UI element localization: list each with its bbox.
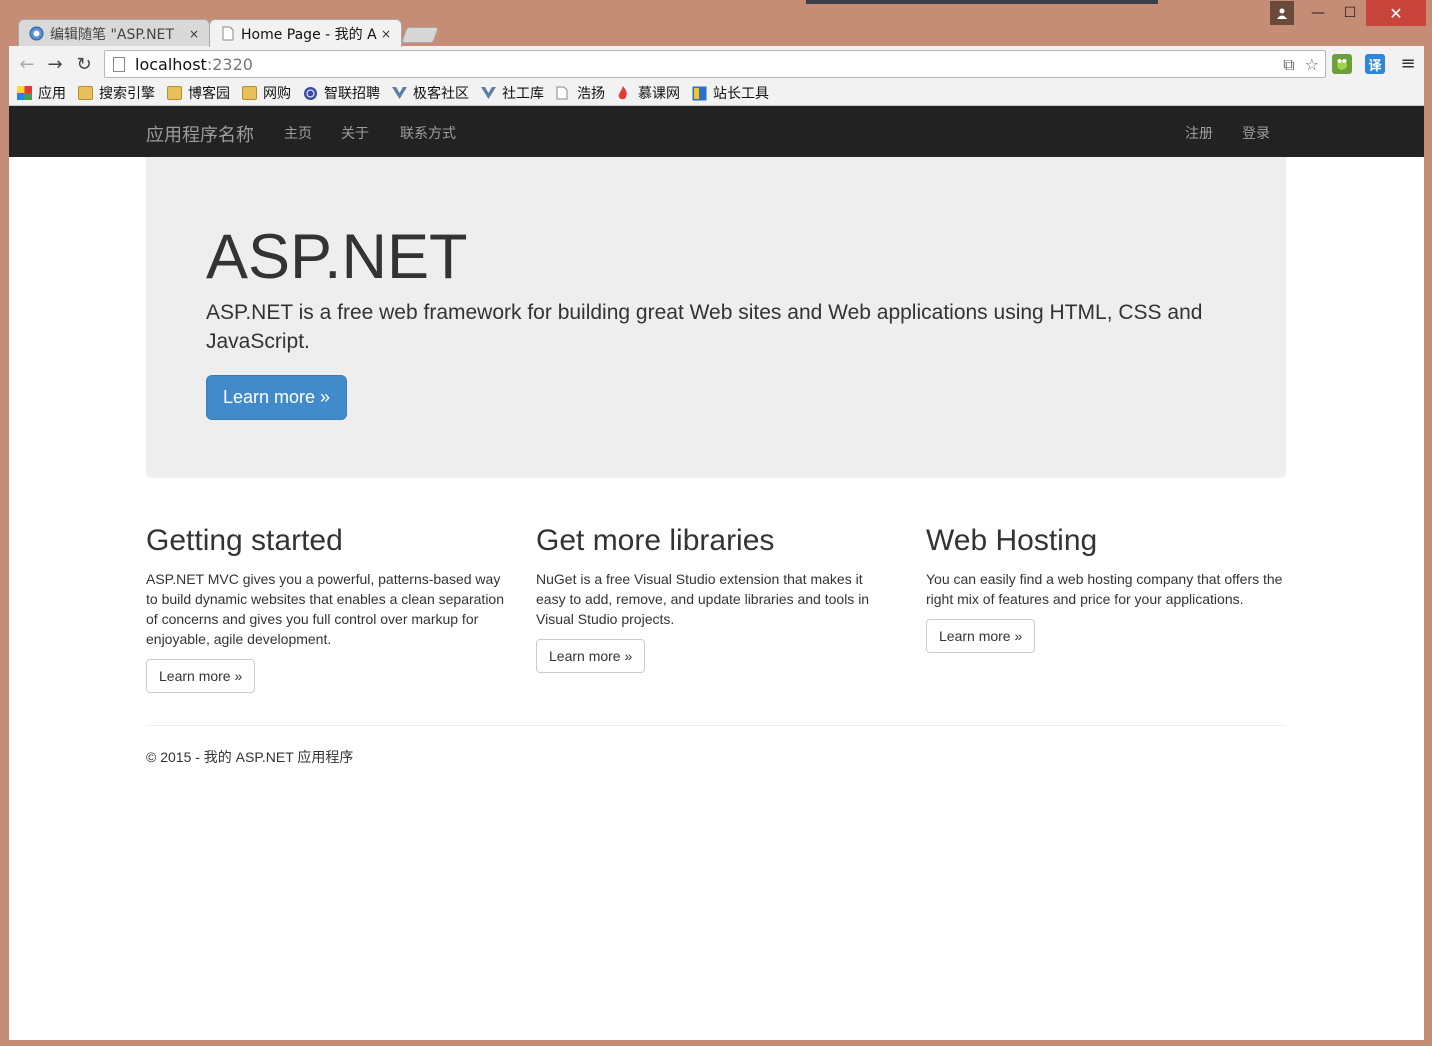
nav-register-link[interactable]: 注册	[1185, 123, 1213, 143]
background-window-strip	[806, 0, 1158, 4]
folder-icon	[167, 86, 182, 100]
translate-page-icon[interactable]: ⧉	[1283, 55, 1294, 75]
bookmark-label: 极客社区	[413, 86, 469, 102]
extension-translate-icon[interactable]: 译	[1365, 54, 1385, 74]
bookmark-imooc[interactable]: 慕课网	[617, 83, 680, 103]
tool-icon	[692, 86, 707, 101]
window-titlebar: — ☐ ✕ 编辑随笔 "ASP.NET × Home Page - 我的 A ×	[0, 0, 1432, 47]
close-tab-icon[interactable]: ×	[189, 27, 199, 41]
nav-home-link[interactable]: 主页	[284, 123, 312, 143]
column-text: ASP.NET MVC gives you a powerful, patter…	[146, 571, 504, 647]
bookmark-cnblogs[interactable]: 博客园	[167, 83, 230, 103]
learn-more-button[interactable]: Learn more »	[146, 659, 256, 693]
navbar-brand[interactable]: 应用程序名称	[146, 121, 254, 147]
bookmark-label: 浩扬	[577, 86, 605, 102]
column-web-hosting: Web Hosting You can easily find a web ho…	[926, 524, 1286, 653]
bookmark-haoyang[interactable]: 浩扬	[556, 83, 605, 103]
column-heading: Getting started	[146, 524, 343, 557]
bookmark-label: 智联招聘	[324, 86, 380, 102]
profile-icon[interactable]	[1270, 1, 1294, 25]
bookmark-label: 站长工具	[713, 86, 769, 102]
nav-about-link[interactable]: 关于	[341, 123, 369, 143]
site-navbar: 应用程序名称 主页 关于 联系方式 注册 登录	[9, 106, 1424, 157]
bookmark-social-db[interactable]: 社工库	[481, 83, 544, 103]
bookmark-search-engines[interactable]: 搜索引擎	[78, 83, 155, 103]
learn-more-primary-button[interactable]: Learn more »	[206, 375, 347, 420]
reload-button[interactable]: ↻	[72, 52, 96, 76]
tab-home-page[interactable]: Home Page - 我的 A ×	[209, 19, 402, 47]
flame-icon	[617, 86, 632, 100]
bookmark-webmaster-tools[interactable]: 站长工具	[692, 83, 769, 103]
forward-button[interactable]: →	[43, 52, 67, 76]
jumbotron-title: ASP.NET	[206, 222, 468, 292]
nav-login-link[interactable]: 登录	[1242, 123, 1270, 143]
browser-toolbar: ← → ↻ localhost :2320 ⧉ ☆ 译 ≡ 应用 搜索引擎 博客…	[9, 46, 1424, 106]
blog-favicon-icon	[29, 26, 44, 41]
column-text: You can easily find a web hosting compan…	[926, 571, 1283, 607]
tab-title: 编辑随笔 "ASP.NET	[50, 26, 174, 43]
column-text: NuGet is a free Visual Studio extension …	[536, 571, 870, 627]
close-tab-icon[interactable]: ×	[381, 27, 391, 41]
bookmark-label: 社工库	[502, 86, 544, 102]
new-tab-button[interactable]	[401, 27, 439, 43]
bookmark-label: 博客园	[188, 86, 230, 102]
page-icon	[556, 86, 571, 100]
chrome-menu-icon[interactable]: ≡	[1397, 52, 1419, 74]
page-favicon-icon	[220, 26, 235, 41]
bookmark-apps[interactable]: 应用	[17, 83, 66, 103]
bookmark-label: 网购	[263, 86, 291, 102]
bookmark-geek-community[interactable]: 极客社区	[392, 83, 469, 103]
page-info-icon[interactable]	[113, 56, 125, 72]
column-heading: Get more libraries	[536, 524, 775, 557]
folder-icon	[78, 86, 93, 100]
bookmark-label: 慕课网	[638, 86, 680, 102]
url-host: localhost	[135, 54, 207, 74]
bookmark-shopping[interactable]: 网购	[242, 83, 291, 103]
column-more-libraries: Get more libraries NuGet is a free Visua…	[536, 524, 896, 673]
address-bar[interactable]: localhost :2320 ⧉ ☆	[104, 50, 1326, 78]
bookmark-star-icon[interactable]: ☆	[1305, 55, 1319, 75]
tab-title: Home Page - 我的 A	[241, 26, 377, 43]
tab-edit-post[interactable]: 编辑随笔 "ASP.NET ×	[18, 19, 210, 47]
jumbotron-lead: ASP.NET is a free web framework for buil…	[206, 301, 1203, 353]
vue-icon	[481, 86, 496, 100]
bookmarks-bar: 应用 搜索引擎 博客园 网购 智联招聘 极客社区 社工库 浩扬 慕课网 站长工具	[9, 82, 773, 104]
minimize-button[interactable]: —	[1302, 0, 1334, 26]
nav-contact-link[interactable]: 联系方式	[400, 123, 456, 143]
page-viewport: 应用程序名称 主页 关于 联系方式 注册 登录 ASP.NET ASP.NET …	[9, 106, 1424, 1040]
extension-frog-icon[interactable]	[1332, 54, 1352, 74]
back-button[interactable]: ←	[15, 52, 39, 76]
column-getting-started: Getting started ASP.NET MVC gives you a …	[146, 524, 506, 693]
vue-icon	[392, 86, 407, 100]
apps-grid-icon	[17, 86, 32, 100]
footer-copyright: © 2015 - 我的 ASP.NET 应用程序	[146, 749, 354, 765]
footer-divider	[146, 725, 1286, 726]
maximize-button[interactable]: ☐	[1334, 0, 1366, 26]
bookmark-label: 搜索引擎	[99, 86, 155, 102]
globe-icon	[303, 86, 318, 100]
learn-more-button[interactable]: Learn more »	[536, 639, 646, 673]
jumbotron: ASP.NET ASP.NET is a free web framework …	[146, 157, 1286, 478]
folder-icon	[242, 86, 257, 100]
url-port: :2320	[206, 54, 253, 74]
bookmark-zhaopin[interactable]: 智联招聘	[303, 83, 380, 103]
close-window-button[interactable]: ✕	[1366, 0, 1426, 26]
column-heading: Web Hosting	[926, 524, 1098, 557]
bookmark-label: 应用	[38, 86, 66, 102]
learn-more-button[interactable]: Learn more »	[926, 619, 1036, 653]
